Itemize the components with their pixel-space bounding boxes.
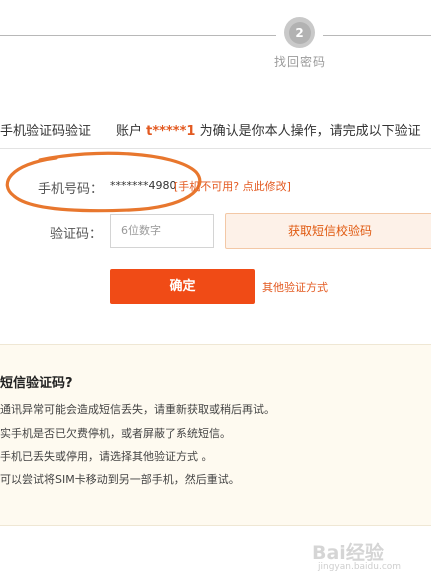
help-item: 可以尝试将SIM卡移动到另一部手机，然后重试。 [0,473,240,486]
code-label: 验证码： [50,227,103,242]
verification-method-title: 手机验证码验证 [0,124,92,139]
other-methods-link[interactable]: 其他验证方式 [262,279,328,295]
help-title: 短信验证码? [0,376,73,391]
watermark-sub: jingyan.baidu.com [318,562,402,572]
progress-line-right [323,35,431,36]
phone-value: *******4980 [110,179,177,192]
account-suffix: 为确认是你本人操作，请完成以下验证 [199,124,421,139]
help-item: 实手机是否已欠费停机，或者屏蔽了系统短信。 [0,427,231,440]
account-notice: 账户 t*****1 为确认是你本人操作，请完成以下验证 [116,120,421,139]
step-indicator: 2 [284,17,315,48]
code-input[interactable]: 6位数字 [110,214,214,248]
change-phone-link[interactable]: [手机不可用? 点此修改] [174,178,291,194]
step-number: 2 [288,21,311,44]
header-divider [0,148,431,149]
get-sms-code-button[interactable]: 获取短信校验码 [225,213,431,249]
step-label: 找回密码 [274,55,327,69]
account-name: t*****1 [146,124,196,139]
confirm-button[interactable]: 确定 [110,269,255,304]
help-item: 手机已丢失或停用，请选择其他验证方式 。 [0,450,213,463]
progress-line-left [0,35,276,36]
phone-label: 手机号码： [38,182,104,197]
account-prefix: 账户 [116,124,143,139]
watermark: Bai经验 [312,542,384,564]
help-item: 通讯异常可能会造成短信丢失，请重新获取或稍后再试。 [0,403,275,416]
